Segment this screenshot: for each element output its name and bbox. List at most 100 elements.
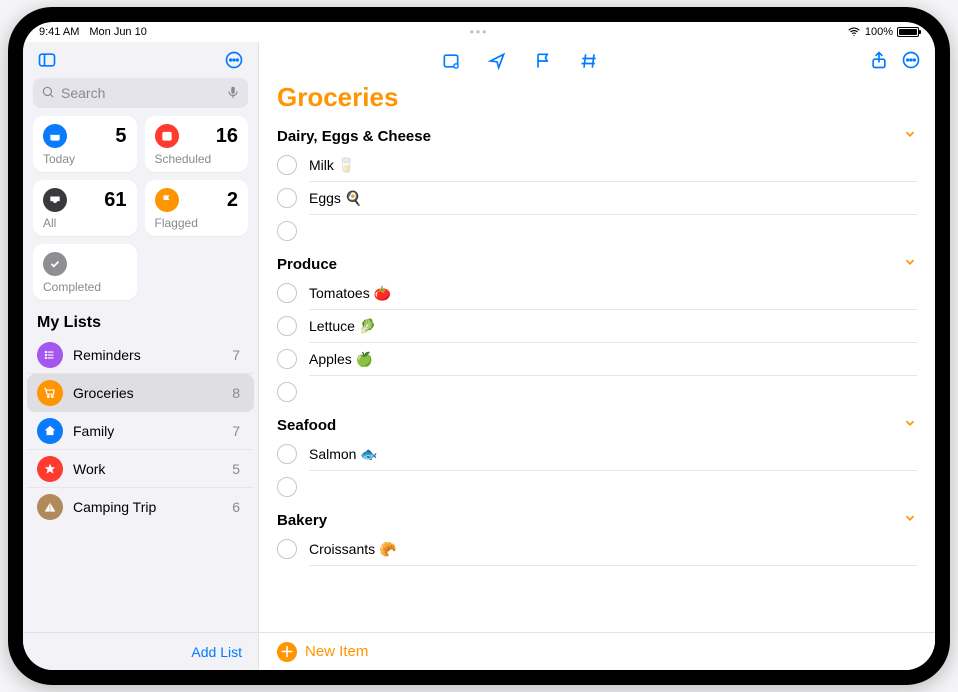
sidebar-item-reminders[interactable]: Reminders7 xyxy=(27,336,254,374)
reminder-text: Milk 🥛 xyxy=(309,157,355,174)
checkbox[interactable] xyxy=(277,477,297,497)
list-name: Work xyxy=(73,461,222,477)
reminder-text: Eggs 🍳 xyxy=(309,190,362,207)
section-header[interactable]: Bakery xyxy=(277,507,917,533)
reminder-item[interactable]: Croissants 🥐 xyxy=(277,533,917,565)
card-today[interactable]: 5 Today xyxy=(33,116,137,172)
checkbox[interactable] xyxy=(277,221,297,241)
flag-icon[interactable] xyxy=(529,47,557,75)
sidebar-item-camping-trip[interactable]: Camping Trip6 xyxy=(27,488,254,526)
card-completed-label: Completed xyxy=(43,280,127,294)
reminder-item[interactable]: Milk 🥛 xyxy=(277,149,917,181)
section-seafood: Seafood Salmon 🐟 xyxy=(277,412,917,503)
reminder-text: Apples 🍏 xyxy=(309,351,373,368)
section-header[interactable]: Produce xyxy=(277,251,917,277)
new-item-label: New Item xyxy=(305,643,368,660)
more-icon[interactable] xyxy=(220,46,248,74)
share-icon[interactable] xyxy=(865,46,893,74)
check-icon xyxy=(43,252,67,276)
checkbox[interactable] xyxy=(277,444,297,464)
section-produce: Produce Tomatoes 🍅 Lettuce 🥬 Apples 🍏 xyxy=(277,251,917,408)
more-icon[interactable] xyxy=(897,46,925,74)
main: Groceries Dairy, Eggs & CheeseMilk 🥛Eggs… xyxy=(259,42,935,670)
reminder-item[interactable]: Salmon 🐟 xyxy=(277,438,917,470)
checkbox[interactable] xyxy=(277,316,297,336)
main-toolbar xyxy=(259,42,935,78)
card-flagged-label: Flagged xyxy=(155,216,239,230)
list-count: 7 xyxy=(232,347,240,363)
card-all-count: 61 xyxy=(104,189,126,212)
list-count: 7 xyxy=(232,423,240,439)
card-scheduled-count: 16 xyxy=(216,125,238,148)
card-completed[interactable]: Completed xyxy=(33,244,137,300)
sidebar: Search 5 Today xyxy=(23,42,259,670)
section-title: Produce xyxy=(277,256,337,273)
sidebar-toolbar xyxy=(23,42,258,78)
card-scheduled-label: Scheduled xyxy=(155,152,239,166)
checkbox[interactable] xyxy=(277,382,297,402)
chevron-down-icon xyxy=(903,255,917,273)
app: Search 5 Today xyxy=(23,42,935,670)
chevron-down-icon xyxy=(903,416,917,434)
reminder-item[interactable]: Apples 🍏 xyxy=(277,343,917,375)
sidebar-item-work[interactable]: Work5 xyxy=(27,450,254,488)
sidebar-toggle-icon[interactable] xyxy=(33,46,61,74)
section-header[interactable]: Seafood xyxy=(277,412,917,438)
checkbox[interactable] xyxy=(277,188,297,208)
multitask-dots-icon[interactable]: ••• xyxy=(470,25,489,39)
tag-icon[interactable] xyxy=(575,47,603,75)
card-all[interactable]: 61 All xyxy=(33,180,137,236)
reminder-item-empty[interactable] xyxy=(277,215,917,247)
card-today-count: 5 xyxy=(115,125,126,148)
plus-circle-icon: ＋ xyxy=(277,642,297,662)
reminder-item[interactable]: Eggs 🍳 xyxy=(277,182,917,214)
sidebar-item-family[interactable]: Family7 xyxy=(27,412,254,450)
reminder-item[interactable]: Lettuce 🥬 xyxy=(277,310,917,342)
chevron-down-icon xyxy=(903,511,917,529)
section-dairy-eggs-cheese: Dairy, Eggs & Cheese Milk 🥛 Eggs 🍳 xyxy=(277,123,917,247)
sidebar-footer: Add List xyxy=(23,632,258,670)
search-input[interactable]: Search xyxy=(33,78,248,108)
section-bakery: Bakery Croissants 🥐 xyxy=(277,507,917,566)
reminder-text: Croissants 🥐 xyxy=(309,541,396,558)
reminder-item-empty[interactable] xyxy=(277,471,917,503)
home-icon xyxy=(37,418,63,444)
section-title: Bakery xyxy=(277,512,327,529)
list-icon xyxy=(37,342,63,368)
list-name: Camping Trip xyxy=(73,499,222,515)
list-name: Groceries xyxy=(73,385,222,401)
star-icon xyxy=(37,456,63,482)
mic-icon[interactable] xyxy=(226,85,240,102)
card-flagged[interactable]: 2 Flagged xyxy=(145,180,249,236)
section-header[interactable]: Dairy, Eggs & Cheese xyxy=(277,123,917,149)
card-flagged-count: 2 xyxy=(227,189,238,212)
sidebar-item-groceries[interactable]: Groceries8 xyxy=(27,374,254,412)
checkbox[interactable] xyxy=(277,349,297,369)
reminder-item-empty[interactable] xyxy=(277,376,917,408)
template-icon[interactable] xyxy=(437,47,465,75)
lists: Reminders7Groceries8Family7Work5Camping … xyxy=(23,336,258,632)
search-icon xyxy=(41,85,55,102)
reminder-item[interactable]: Tomatoes 🍅 xyxy=(277,277,917,309)
my-lists-title: My Lists xyxy=(23,300,258,336)
main-footer: ＋ New Item xyxy=(259,632,935,670)
search-placeholder: Search xyxy=(61,85,105,101)
location-icon[interactable] xyxy=(483,47,511,75)
battery-pct: 100% xyxy=(865,26,893,38)
new-item-button[interactable]: ＋ New Item xyxy=(277,642,368,662)
calendar-icon xyxy=(155,124,179,148)
ipad-frame: 9:41 AM Mon Jun 10 100% ••• xyxy=(8,7,950,685)
card-scheduled[interactable]: 16 Scheduled xyxy=(145,116,249,172)
flag-icon xyxy=(155,188,179,212)
card-all-label: All xyxy=(43,216,127,230)
screen: 9:41 AM Mon Jun 10 100% ••• xyxy=(23,22,935,670)
reminder-text: Tomatoes 🍅 xyxy=(309,285,391,302)
tent-icon xyxy=(37,494,63,520)
card-today-label: Today xyxy=(43,152,127,166)
section-title: Seafood xyxy=(277,417,336,434)
checkbox[interactable] xyxy=(277,539,297,559)
checkbox[interactable] xyxy=(277,155,297,175)
add-list-button[interactable]: Add List xyxy=(191,644,242,660)
smart-cards: 5 Today 16 Scheduled xyxy=(23,116,258,300)
checkbox[interactable] xyxy=(277,283,297,303)
